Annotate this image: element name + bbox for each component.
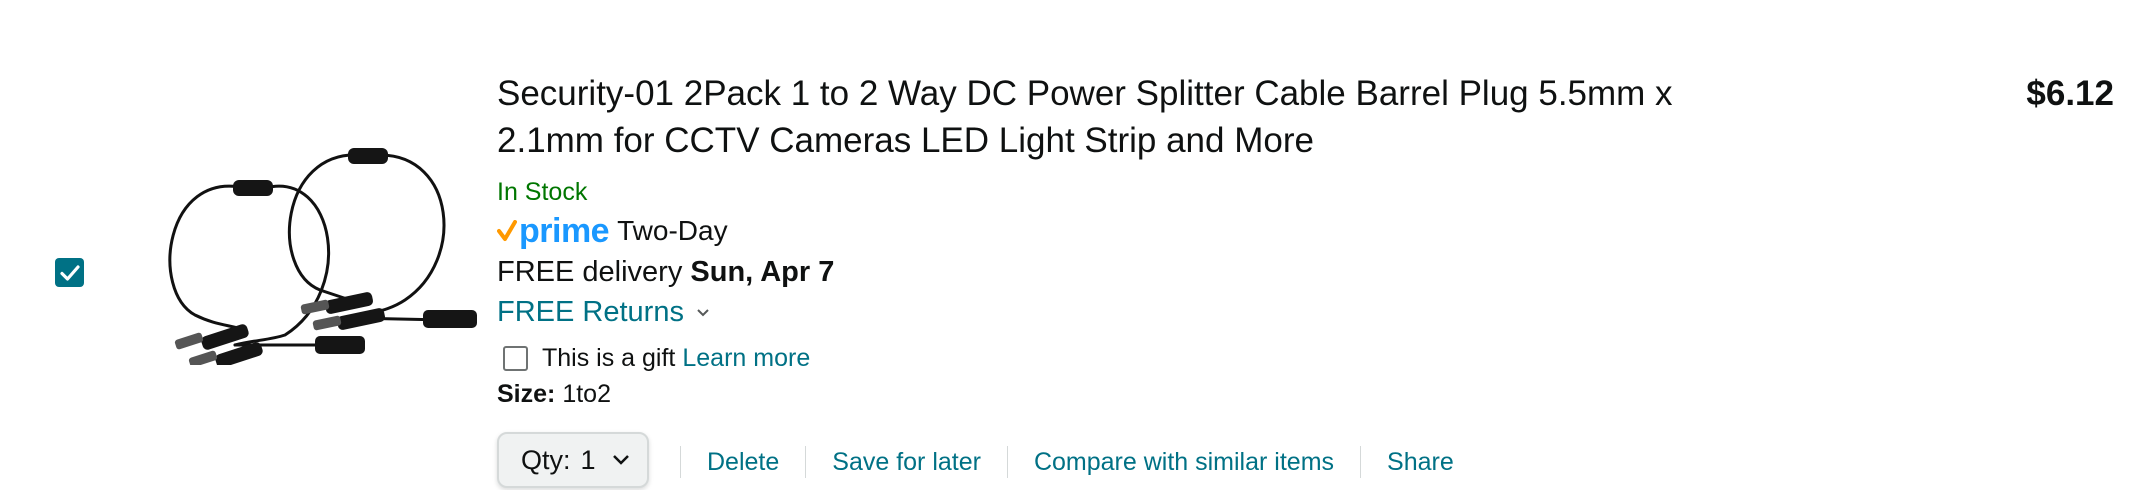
gift-option: This is a gift Learn more [503,340,810,376]
prime-badge: prime Two-Day [497,212,728,250]
free-returns-label: FREE Returns [497,296,684,328]
checkmark-icon [59,264,80,281]
gift-checkbox[interactable] [503,345,528,371]
quantity-dropdown[interactable]: Qty: 1 [497,432,649,488]
prime-shipping-label: Two-Day [617,215,728,246]
size-value: 1to2 [562,380,611,408]
quantity-value: 1 [580,444,596,475]
gift-label: This is a gift [542,343,676,372]
delivery-date: Sun, Apr 7 [690,256,835,288]
cable-left [168,184,337,347]
gift-learn-more-link[interactable]: Learn more [682,344,810,373]
quantity-label: Qty: [521,444,571,475]
size-label: Size: [497,380,556,408]
product-title[interactable]: Security-01 2Pack 1 to 2 Way DC Power Sp… [497,70,1757,164]
prime-check-icon [497,220,517,241]
delete-link[interactable]: Delete [681,448,805,477]
product-image[interactable] [105,140,480,365]
size-info: Size: 1to2 [497,380,611,409]
free-returns-dropdown[interactable]: FREE Returns [497,296,710,329]
prime-logo-text: prime [519,211,610,250]
delivery-info: FREE delivery Sun, Apr 7 [497,256,834,289]
share-link[interactable]: Share [1361,448,1480,477]
item-select-checkbox[interactable] [55,258,84,287]
chevron-down-icon [696,308,710,318]
chevron-down-icon [612,454,630,466]
save-for-later-link[interactable]: Save for later [806,448,1007,477]
stock-status: In Stock [497,178,588,206]
compare-similar-link[interactable]: Compare with similar items [1008,448,1360,477]
delivery-prefix: FREE delivery [497,256,683,288]
item-price: $6.12 [2026,74,2114,113]
item-actions: Delete Save for later Compare with simil… [680,444,1480,480]
